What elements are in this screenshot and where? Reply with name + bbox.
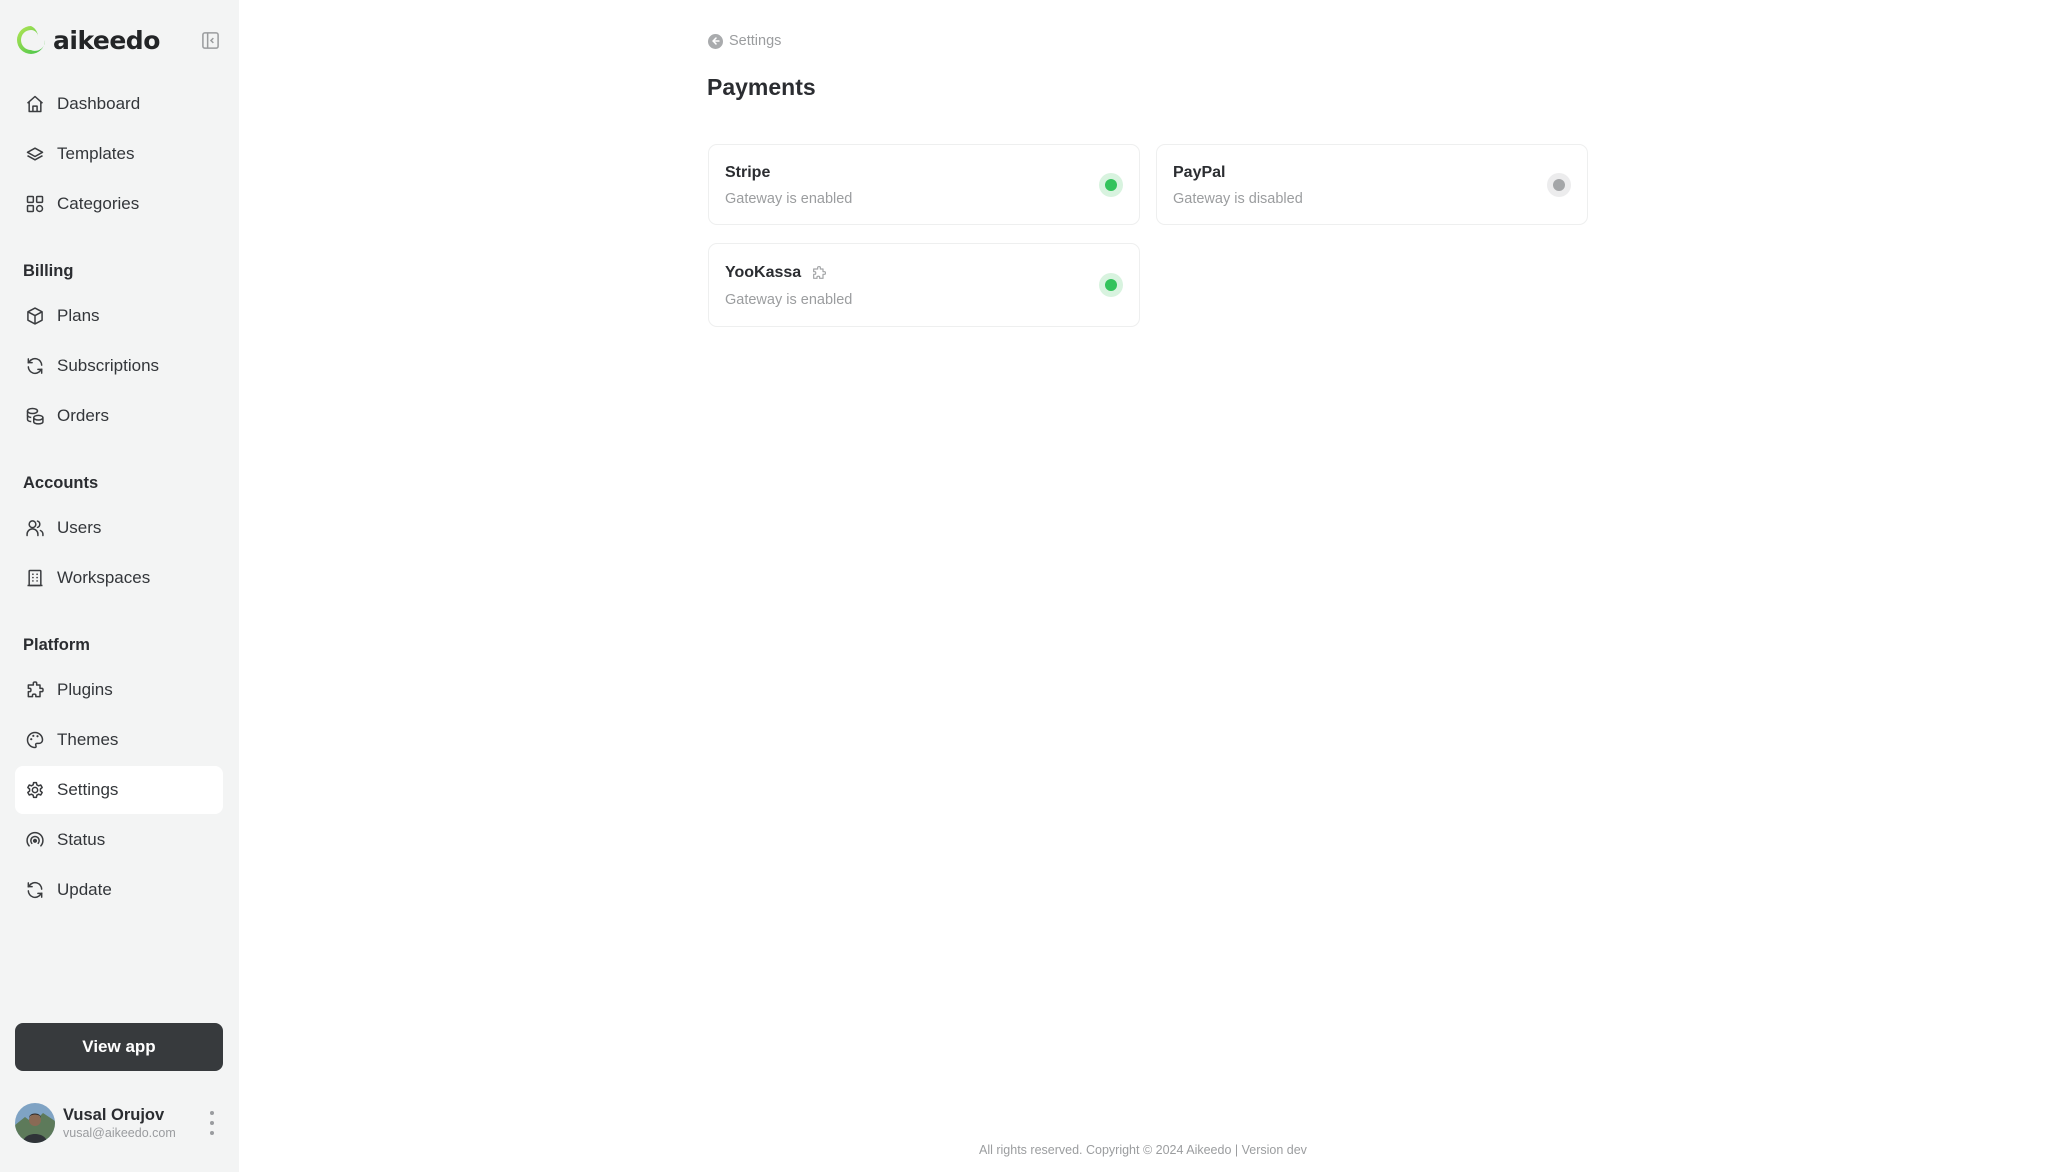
sidebar-item-settings[interactable]: Settings — [15, 766, 223, 814]
sidebar-item-label: Plugins — [57, 680, 113, 699]
gateway-name: PayPal — [1173, 164, 1226, 181]
box-icon — [27, 307, 43, 325]
footer-copyright: All rights reserved. Copyright © 2024 Ai… — [979, 1143, 1307, 1157]
status-indicator-enabled — [1099, 173, 1123, 197]
page-title: Payments — [707, 74, 816, 100]
sidebar-item-label: Orders — [57, 406, 109, 425]
sidebar-item-users[interactable]: Users — [15, 504, 223, 552]
sidebar-item-label: Subscriptions — [57, 356, 160, 375]
sidebar-item-label: Categories — [57, 194, 140, 213]
sidebar-item-categories[interactable]: Categories — [15, 180, 223, 228]
brand-logo[interactable]: aikeedo — [15, 23, 160, 57]
sidebar-item-update[interactable]: Update — [15, 866, 223, 914]
coins-icon — [26, 407, 44, 425]
gear-icon — [27, 781, 43, 799]
back-arrow-icon — [708, 33, 723, 49]
sidebar-collapse-icon[interactable] — [201, 31, 220, 50]
sidebar-item-workspaces[interactable]: Workspaces — [15, 554, 223, 602]
breadcrumb-back-link[interactable]: Settings — [708, 33, 781, 49]
gateway-card-yookassa[interactable]: YooKassa Gateway is enabled — [708, 243, 1140, 327]
grid-icon — [26, 195, 44, 213]
sidebar-item-templates[interactable]: Templates — [15, 130, 223, 178]
gateway-name-row: YooKassa — [725, 264, 827, 282]
logo-mark-icon — [17, 26, 46, 54]
puzzle-icon — [813, 265, 827, 279]
section-title-platform: Platform — [23, 636, 90, 654]
sidebar-item-label: Dashboard — [57, 94, 141, 113]
layers-icon — [26, 147, 44, 161]
sidebar-item-label: Plans — [57, 306, 100, 325]
user-profile[interactable]: Vusal Orujov vusal@aikeedo.com — [15, 1102, 223, 1144]
sidebar-item-label: Themes — [57, 730, 119, 749]
gateway-name: Stripe — [725, 164, 771, 181]
gateway-status: Gateway is enabled — [725, 191, 853, 207]
sidebar-item-label: Workspaces — [57, 568, 151, 587]
user-name: Vusal Orujov — [63, 1106, 165, 1124]
users-icon — [26, 520, 44, 537]
status-indicator-disabled — [1547, 173, 1571, 197]
sidebar: aikeedo Dashboard Templates Categories B… — [0, 0, 239, 1172]
sidebar-item-label: Settings — [57, 780, 119, 799]
puzzle-icon — [27, 681, 44, 698]
status-indicator-enabled — [1099, 273, 1123, 297]
broadcast-icon — [26, 831, 44, 847]
gateway-status: Gateway is disabled — [1173, 191, 1303, 207]
sidebar-item-label: Status — [57, 830, 106, 849]
building-icon — [27, 569, 43, 587]
sidebar-item-orders[interactable]: Orders — [15, 392, 223, 440]
sidebar-item-subscriptions[interactable]: Subscriptions — [15, 342, 223, 390]
sidebar-item-plugins[interactable]: Plugins — [15, 666, 223, 714]
sidebar-item-status[interactable]: Status — [15, 816, 223, 864]
sidebar-item-label: Users — [57, 518, 102, 537]
gateway-card-paypal[interactable]: PayPal Gateway is disabled — [1156, 144, 1588, 225]
gateway-card-stripe[interactable]: Stripe Gateway is enabled — [708, 144, 1140, 225]
sidebar-item-plans[interactable]: Plans — [15, 292, 223, 340]
view-app-button[interactable]: View app — [15, 1023, 223, 1071]
home-icon — [27, 95, 43, 113]
sidebar-item-label: Update — [57, 880, 112, 899]
avatar — [15, 1103, 55, 1143]
refresh-icon — [27, 881, 43, 899]
more-options-icon[interactable] — [209, 1111, 215, 1135]
sidebar-item-label: Templates — [57, 144, 135, 163]
sidebar-item-themes[interactable]: Themes — [15, 716, 223, 764]
gateway-status: Gateway is enabled — [725, 292, 853, 308]
palette-icon — [26, 731, 44, 749]
section-title-accounts: Accounts — [23, 474, 99, 492]
sidebar-item-dashboard[interactable]: Dashboard — [15, 80, 223, 128]
section-title-billing: Billing — [23, 262, 74, 280]
refresh-icon — [27, 357, 43, 375]
gateway-name: YooKassa — [725, 264, 802, 281]
user-email: vusal@aikeedo.com — [63, 1126, 176, 1140]
breadcrumb-label: Settings — [729, 33, 782, 49]
brand-name: aikeedo — [53, 25, 160, 55]
